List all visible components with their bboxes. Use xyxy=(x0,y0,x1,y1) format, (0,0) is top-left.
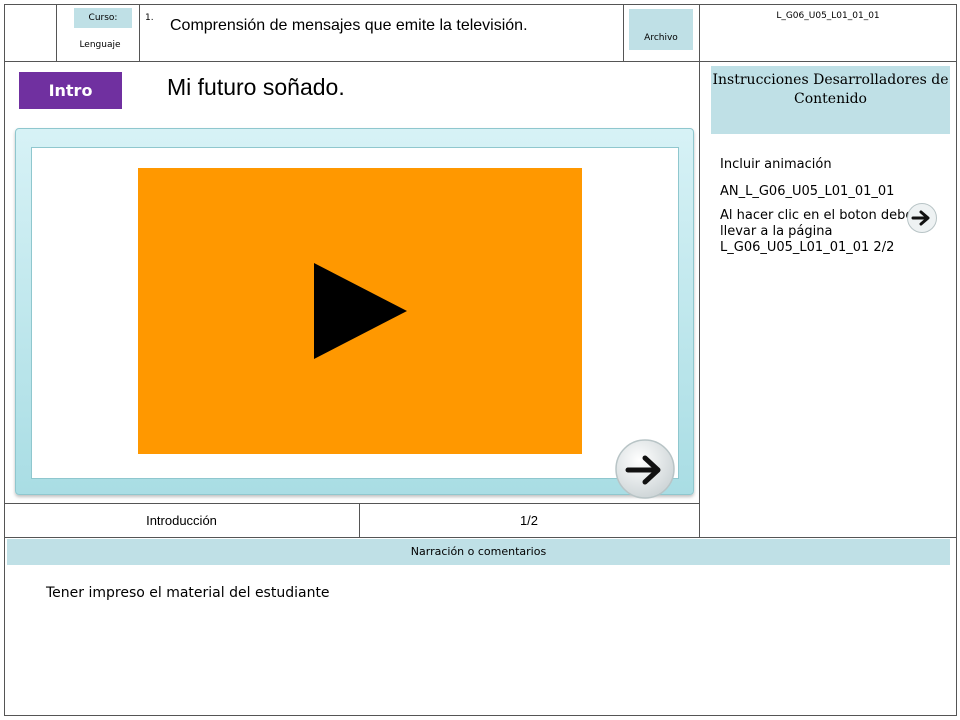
header-title: Comprensión de mensajes que emite la tel… xyxy=(170,17,528,34)
instruction-note-1: Incluir animación xyxy=(720,157,832,172)
narration-heading: Narración o comentarios xyxy=(7,539,950,565)
border-right xyxy=(956,4,957,716)
narration-text: Tener impreso el material del estudiante xyxy=(46,585,330,601)
screen-code: L_G06_U05_L01_01_01 xyxy=(776,11,880,21)
border-left xyxy=(4,4,5,716)
instruction-note-2: AN_L_G06_U05_L01_01_01 xyxy=(720,184,895,199)
header-divider xyxy=(4,61,957,62)
item-number: 1. xyxy=(145,13,154,23)
arrow-right-icon-small xyxy=(907,203,937,233)
header-col-3 xyxy=(623,4,624,62)
header-col-1 xyxy=(56,4,57,62)
file-label[interactable]: Archivo xyxy=(629,9,693,50)
header-col-2 xyxy=(139,4,140,62)
section-name: Introducción xyxy=(146,513,217,528)
page-indicator: 1/2 xyxy=(519,513,539,528)
slide-title: Mi futuro soñado. xyxy=(167,74,345,100)
instructions-heading: Instrucciones Desarrolladores de Conteni… xyxy=(711,66,950,134)
course-name: Lenguaje xyxy=(79,40,121,50)
border-bottom xyxy=(4,715,957,716)
border-top xyxy=(4,4,957,5)
play-icon[interactable] xyxy=(314,263,407,359)
intro-badge: Intro xyxy=(19,72,122,109)
right-panel-divider xyxy=(699,4,700,538)
arrow-right-icon[interactable] xyxy=(614,438,676,500)
course-label: Curso: xyxy=(74,8,132,28)
